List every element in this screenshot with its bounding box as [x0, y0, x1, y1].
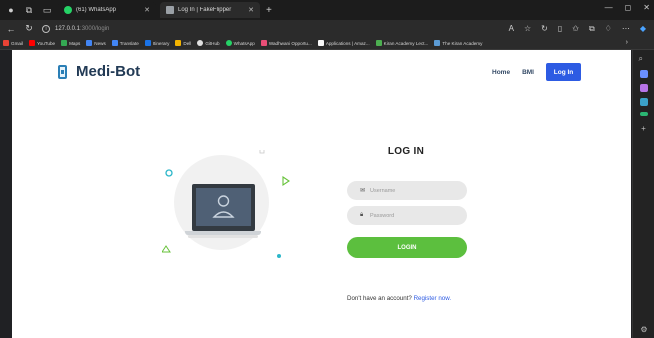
workspaces-icon[interactable]: ⧉: [22, 3, 36, 17]
office-icon[interactable]: [639, 112, 648, 116]
bookmark-news[interactable]: News: [86, 40, 106, 46]
bookmarks-bar: Gmail YouTube Maps News Translate Itiner…: [0, 37, 654, 50]
sidebar-settings-icon[interactable]: ⚙: [633, 325, 654, 334]
read-aloud-icon[interactable]: A: [509, 24, 514, 34]
close-window-icon[interactable]: ✕: [643, 3, 650, 12]
nav-home-link[interactable]: Home: [492, 69, 510, 76]
translate-icon: [111, 40, 118, 46]
login-title: LOG IN: [387, 146, 425, 157]
refresh-page-icon[interactable]: ↻: [541, 24, 548, 34]
bookmark-itinerary[interactable]: Itinerary: [144, 40, 169, 46]
bookmark-gmail[interactable]: Gmail: [3, 40, 23, 46]
tab-strip: ● ⧉ ▭ (61) WhatsApp ✕ Log In | FakeFlipp…: [0, 0, 654, 20]
login-submit-button[interactable]: LOGIN: [347, 237, 467, 258]
lock-icon: 🔒︎: [360, 212, 364, 218]
youtube-icon: [29, 40, 35, 46]
register-prompt-text: Don't have an account?: [347, 295, 412, 302]
new-tab-button[interactable]: +: [266, 5, 272, 16]
decorative-shapes: [162, 150, 290, 258]
window-controls: — ◻ ✕: [605, 3, 650, 12]
page-icon: [166, 6, 174, 14]
bookmark-wadhwani[interactable]: Wadhwani Opportu...: [260, 40, 312, 46]
minimize-icon[interactable]: —: [605, 3, 613, 12]
gmail-icon: [3, 40, 9, 46]
bookmark-translate[interactable]: Translate: [111, 40, 139, 46]
search-icon[interactable]: ⌕: [639, 54, 649, 64]
register-link[interactable]: Register now.: [414, 295, 452, 302]
register-prompt: Don't have an account? Register now.: [347, 295, 451, 302]
whatsapp-icon: [64, 6, 72, 14]
envelope-icon: ✉: [360, 188, 366, 194]
url-host: 127.0.0.1: [55, 25, 81, 32]
web-page: Medi-Bot Home BMI Log In LOG IN ✉ Userna…: [12, 50, 631, 338]
tab-label: (61) WhatsApp: [76, 7, 117, 13]
back-icon[interactable]: ←: [4, 24, 18, 34]
bookmark-dell[interactable]: Dell: [175, 40, 191, 46]
bookmark-kiran-academy[interactable]: The Kiran Academy: [434, 40, 482, 46]
nav-bmi-link[interactable]: BMI: [522, 69, 534, 76]
amazon-icon: [317, 40, 324, 46]
login-illustration: [162, 150, 292, 270]
bookmark-maps[interactable]: Maps: [61, 40, 80, 46]
shopping-icon[interactable]: [639, 70, 648, 78]
password-field[interactable]: 🔒︎: [347, 206, 467, 225]
itinerary-icon: [144, 40, 151, 46]
tools-icon[interactable]: [639, 84, 648, 92]
collections-icon[interactable]: ⧉: [589, 24, 595, 34]
chevron-right-icon[interactable]: ›: [626, 39, 628, 46]
username-input[interactable]: [370, 187, 460, 194]
toolbar-icons: A ☆ ↻ ▯ ✩ ⧉ ♢ ⋯ ◆: [509, 24, 646, 34]
bookmark-whatsapp[interactable]: WhatsApp: [225, 40, 255, 46]
close-icon[interactable]: ✕: [248, 6, 254, 14]
reload-icon[interactable]: ↻: [22, 23, 36, 34]
tab-actions-icon[interactable]: ▭: [40, 3, 54, 17]
profile-icon[interactable]: ●: [4, 3, 18, 17]
url-path: :3000/login: [80, 25, 110, 32]
copilot-icon[interactable]: ◆: [640, 24, 646, 34]
site-info-icon[interactable]: i: [42, 24, 50, 33]
browser-sidebar: ⌕ + ⚙: [632, 50, 654, 338]
news-icon: [86, 40, 93, 46]
brand-name: Medi-Bot: [76, 63, 141, 80]
games-icon[interactable]: [639, 98, 648, 106]
kiran-academy-icon: [375, 40, 382, 46]
favorite-star-icon[interactable]: ☆: [524, 24, 531, 34]
extensions-icon[interactable]: ♢: [605, 24, 612, 34]
tab-whatsapp[interactable]: (61) WhatsApp ✕: [58, 2, 156, 18]
phone-logo-icon: [58, 64, 67, 79]
maps-icon: [61, 40, 68, 46]
bookmark-github[interactable]: GitHub: [197, 40, 220, 46]
username-field[interactable]: ✉: [347, 181, 467, 200]
tab-login[interactable]: Log In | FakeFlipper ✕: [160, 2, 260, 18]
folder-icon: [175, 40, 182, 46]
url-field[interactable]: i 127.0.0.1:3000/login: [42, 22, 512, 35]
close-icon[interactable]: ✕: [144, 6, 150, 14]
brand[interactable]: Medi-Bot: [58, 63, 140, 80]
maximize-icon[interactable]: ◻: [625, 3, 632, 12]
bookmark-amazon[interactable]: Applications | Amaz...: [317, 40, 370, 46]
github-icon: [197, 40, 204, 46]
address-bar: ← ↻ i 127.0.0.1:3000/login A ☆ ↻ ▯ ✩ ⧉ ♢…: [0, 20, 654, 37]
add-sidebar-app-icon[interactable]: +: [633, 124, 654, 133]
browser-window: ● ⧉ ▭ (61) WhatsApp ✕ Log In | FakeFlipp…: [0, 0, 654, 338]
more-menu-icon[interactable]: ⋯: [622, 24, 630, 34]
favorites-icon[interactable]: ✩: [572, 24, 579, 34]
top-nav: Home BMI Log In: [492, 63, 581, 81]
nav-login-button[interactable]: Log In: [546, 63, 581, 81]
whatsapp-icon: [225, 40, 232, 46]
tab-label: Log In | FakeFlipper: [178, 7, 232, 13]
bookmark-kiran-lect[interactable]: Kiran Academy Lect...: [375, 40, 428, 46]
bookmark-youtube[interactable]: YouTube: [29, 40, 55, 46]
split-screen-icon[interactable]: ▯: [558, 24, 562, 34]
password-input[interactable]: [370, 212, 460, 219]
kiran-academy-icon: [434, 40, 441, 46]
wadhwani-icon: [260, 40, 267, 46]
